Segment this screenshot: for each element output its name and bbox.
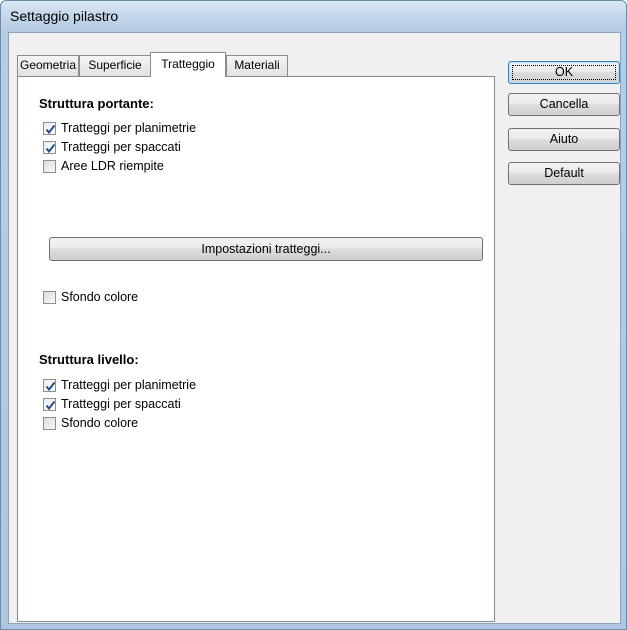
section-title-struttura-livello: Struttura livello: — [39, 352, 139, 367]
checkbox-label: Sfondo colore — [61, 416, 139, 430]
checkbox-unchecked[interactable] — [43, 290, 56, 304]
checkmark-icon — [45, 400, 56, 410]
impostazioni-tratteggi-button[interactable]: Impostazioni tratteggi... — [49, 237, 483, 261]
title-bar[interactable]: Settaggio pilastro — [1, 1, 626, 31]
focus-indicator — [512, 65, 616, 80]
ok-button[interactable]: OK — [508, 61, 620, 84]
checkbox-row[interactable]: Aree LDR riempite — [43, 158, 164, 174]
checkbox-row[interactable]: Tratteggi per planimetrie — [43, 120, 196, 136]
checkbox-row[interactable]: Sfondo colore — [43, 415, 138, 431]
checkbox-label: Tratteggi per spaccati — [61, 140, 181, 154]
checkbox-row[interactable]: Tratteggi per spaccati — [43, 139, 181, 155]
help-button[interactable]: Aiuto — [508, 128, 620, 151]
checkbox-label: Aree LDR riempite — [61, 159, 164, 173]
checkbox-label: Tratteggi per spaccati — [61, 397, 181, 411]
checkbox-checked[interactable] — [43, 140, 56, 154]
checkbox-checked[interactable] — [43, 397, 56, 411]
checkmark-icon — [45, 381, 56, 391]
tratteggio-panel: Struttura portante: Tratteggi per planim… — [17, 76, 495, 622]
checkbox-label: Tratteggi per planimetrie — [61, 378, 197, 392]
default-button[interactable]: Default — [508, 162, 620, 185]
dialog-client-area: Geometria Superficie Tratteggio Material… — [8, 32, 621, 624]
checkbox-checked[interactable] — [43, 121, 56, 135]
tab-tratteggio[interactable]: Tratteggio — [150, 52, 226, 77]
checkmark-icon — [45, 124, 56, 134]
checkbox-row[interactable]: Tratteggi per spaccati — [43, 396, 181, 412]
tab-geometria[interactable]: Geometria — [17, 55, 79, 76]
cancel-button[interactable]: Cancella — [508, 93, 620, 116]
tab-superficie[interactable]: Superficie — [79, 55, 151, 76]
checkbox-row[interactable]: Sfondo colore — [43, 289, 138, 305]
tab-materiali[interactable]: Materiali — [226, 55, 288, 76]
checkbox-checked[interactable] — [43, 378, 56, 392]
checkbox-label: Tratteggi per planimetrie — [61, 121, 197, 135]
checkbox-unchecked[interactable] — [43, 159, 56, 173]
dialog-window: Settaggio pilastro Geometria Superficie … — [0, 0, 627, 630]
checkbox-label: Sfondo colore — [61, 290, 139, 304]
checkbox-row[interactable]: Tratteggi per planimetrie — [43, 377, 196, 393]
window-title: Settaggio pilastro — [10, 8, 119, 24]
section-title-struttura-portante: Struttura portante: — [39, 96, 154, 111]
checkbox-unchecked[interactable] — [43, 416, 56, 430]
checkmark-icon — [45, 143, 56, 153]
